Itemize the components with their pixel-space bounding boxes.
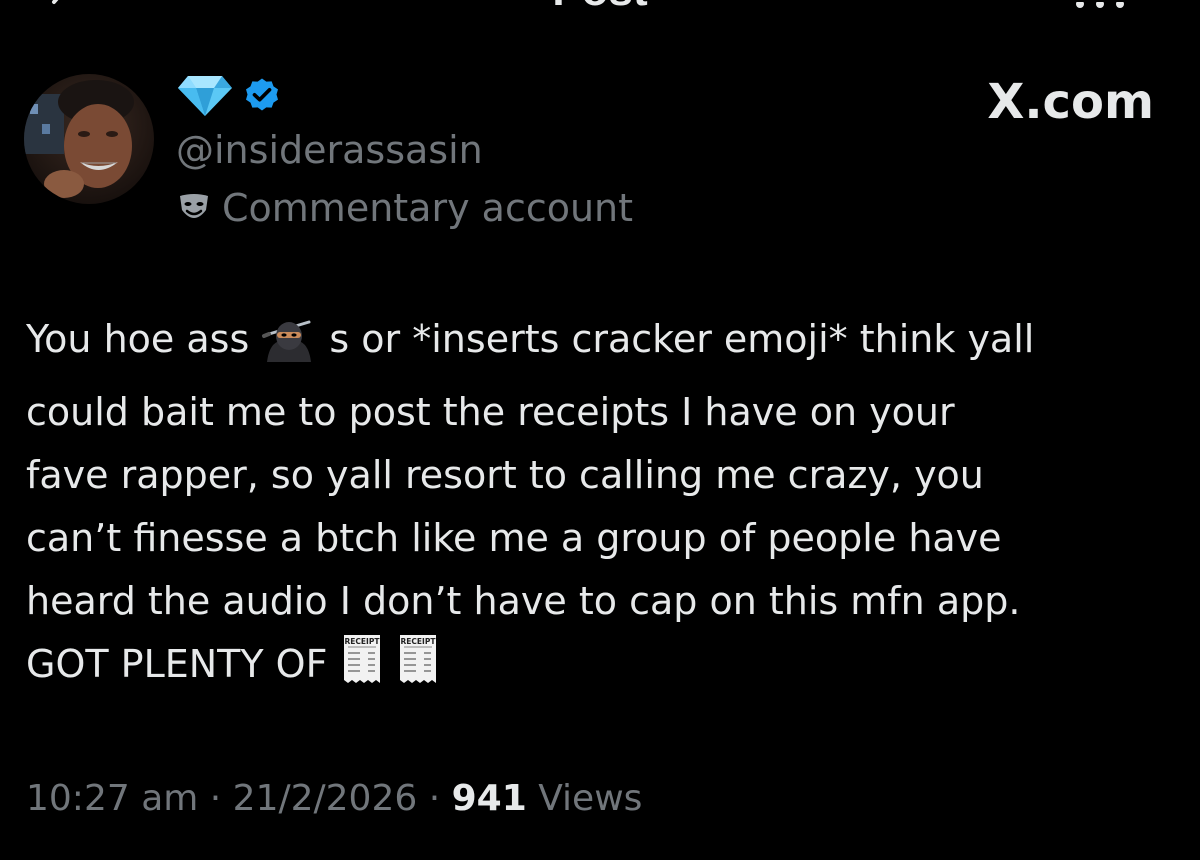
views-count[interactable]: 941: [452, 778, 527, 819]
gem-stone-icon: [178, 76, 232, 116]
receipt-emoji: RECEIPT: [340, 633, 384, 706]
tweet-line: could bait me to post the receipts I hav…: [26, 390, 955, 434]
tweet-line: GOT PLENTY OF RECEIPT RECEIPT: [26, 633, 1176, 706]
post-metadata: 10:27 am · 21/2/2026 · 941 Views: [26, 776, 642, 822]
display-name-row[interactable]: [176, 72, 282, 120]
x-com-watermark: X.com: [987, 74, 1154, 130]
user-handle[interactable]: @insiderassasin: [176, 128, 483, 172]
account-label[interactable]: Commentary account: [176, 186, 633, 230]
views-label: Views: [526, 778, 643, 819]
page-title: Post: [0, 0, 1200, 16]
tweet-line-1-end: s or *inserts cracker emoji* think yall: [317, 317, 1035, 361]
receipt-emoji-text: RECEIPT: [344, 637, 380, 646]
tweet-line: fave rapper, so yall resort to calling m…: [26, 453, 984, 497]
tweet-line: heard the audio I don’t have to cap on t…: [26, 579, 1021, 623]
ninja-emoji: [261, 314, 317, 381]
post-time[interactable]: 10:27 am: [26, 778, 198, 819]
receipt-emoji-text: RECEIPT: [400, 637, 436, 646]
top-bar: Post: [0, 0, 1200, 22]
separator: ·: [417, 778, 452, 819]
more-dots-icon[interactable]: [1070, 2, 1130, 12]
tweet-line: You hoe ass s or *inserts cracker emoji*…: [26, 308, 1176, 381]
separator: ·: [198, 778, 233, 819]
receipt-emoji: RECEIPT: [396, 633, 440, 706]
tweet-line: can’t finesse a btch like me a group of …: [26, 516, 1002, 560]
verified-badge-icon[interactable]: [242, 76, 282, 116]
tweet-line-1-start: You hoe ass: [26, 317, 262, 361]
theater-masks-icon: [180, 194, 208, 218]
tweet-line-6-text: GOT PLENTY OF: [26, 642, 340, 686]
tweet-text: You hoe ass s or *inserts cracker emoji*…: [26, 308, 1176, 706]
avatar[interactable]: [24, 74, 154, 204]
account-label-text: Commentary account: [222, 186, 634, 230]
post-date[interactable]: 21/2/2026: [233, 778, 418, 819]
